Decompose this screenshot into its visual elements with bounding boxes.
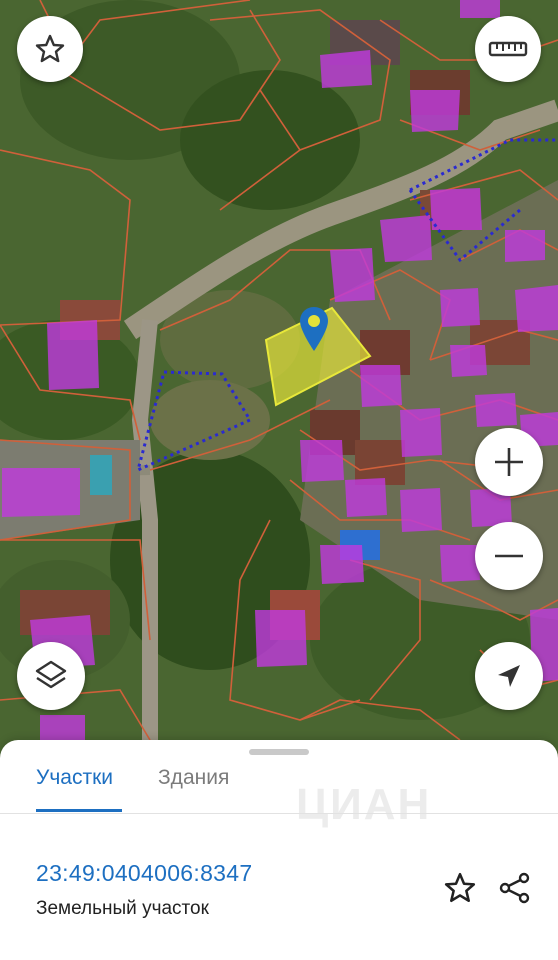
tab-buildings[interactable]: Здания: [158, 766, 229, 790]
share-button[interactable]: [495, 868, 535, 908]
sheet-drag-handle[interactable]: [249, 749, 309, 755]
layers-button[interactable]: [17, 642, 85, 710]
parcel-info-sheet: ЦИАН Участки Здания 23:49:0404006:8347 З…: [0, 740, 558, 960]
favorite-parcel-button[interactable]: [440, 868, 480, 908]
cian-watermark: ЦИАН: [296, 780, 432, 829]
favorite-map-button[interactable]: [17, 16, 83, 82]
active-tab-indicator: [36, 809, 122, 812]
measure-button[interactable]: [475, 16, 541, 82]
star-outline-icon: [35, 34, 65, 63]
zoom-in-button[interactable]: [475, 428, 543, 496]
cadastral-number[interactable]: 23:49:0404006:8347: [36, 860, 252, 887]
minus-icon: [495, 554, 523, 558]
navigation-arrow-icon: [498, 665, 520, 687]
star-outline-icon: [444, 872, 476, 903]
object-type: Земельный участок: [36, 898, 209, 919]
ruler-icon: [488, 41, 528, 57]
location-marker-icon[interactable]: [298, 305, 330, 353]
tab-parcels[interactable]: Участки: [36, 766, 113, 790]
locate-button[interactable]: [475, 642, 543, 710]
share-icon: [499, 872, 530, 904]
zoom-out-button[interactable]: [475, 522, 543, 590]
layers-icon: [35, 660, 67, 689]
plus-icon: [495, 448, 523, 476]
tabs-divider: [0, 813, 558, 814]
map-imagery: [0, 0, 558, 760]
satellite-map[interactable]: [0, 0, 558, 760]
